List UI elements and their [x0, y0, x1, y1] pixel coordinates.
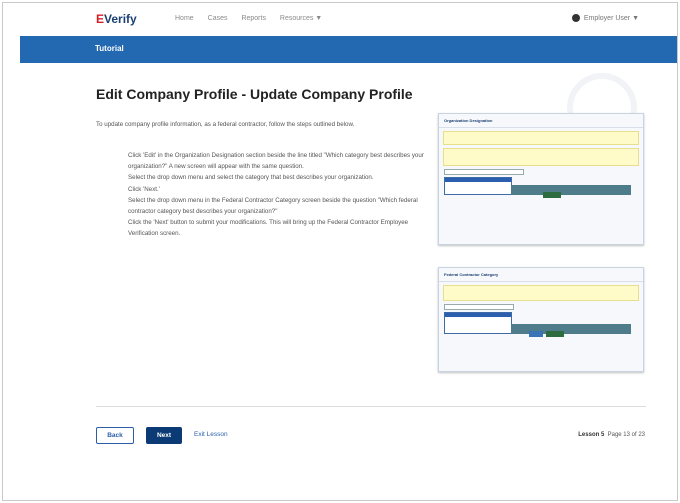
screenshot-notice [443, 131, 639, 145]
lesson-progress: Lesson 5 Page 13 of 23 [578, 432, 645, 438]
page-counter: Page 13 of 23 [607, 432, 645, 438]
footer-divider [96, 406, 646, 407]
user-label: Employer User ▼ [583, 14, 639, 22]
screenshot-listbox [444, 177, 512, 195]
screenshot-next-button [546, 331, 564, 337]
user-icon [571, 14, 580, 22]
step-2: Select the drop down menu and select the… [128, 174, 374, 181]
page-title: Edit Company Profile - Update Company Pr… [96, 86, 413, 102]
next-button[interactable]: Next [146, 427, 182, 444]
nav-reports[interactable]: Reports [241, 15, 266, 22]
screenshot-notice [443, 285, 639, 301]
page-frame: EVerify Home Cases Reports Resources ▼ E… [2, 2, 678, 501]
logo-text: Verify [104, 12, 137, 26]
steps-list: Click 'Edit' in the Organization Designa… [128, 151, 428, 240]
exit-lesson-link[interactable]: Exit Lesson [194, 431, 228, 438]
federal-contractor-category-screenshot: Federal Contractor Category [438, 267, 644, 372]
step-3: Click 'Next.' [128, 185, 160, 193]
organization-designation-screenshot: Organization Designation [438, 113, 644, 245]
screenshot-next-button [543, 192, 561, 198]
screenshot-notice [443, 148, 639, 166]
screenshot-title: Federal Contractor Category [439, 268, 643, 282]
main-nav: Home Cases Reports Resources ▼ [175, 15, 334, 22]
screenshot-footer [511, 324, 631, 337]
step-1: Click 'Edit' in the Organization Designa… [128, 152, 424, 170]
screenshot-listbox [444, 312, 512, 334]
intro-text: To update company profile information, a… [96, 121, 355, 128]
screenshot-title: Organization Designation [439, 114, 643, 128]
step-4: Select the drop down menu in the Federal… [128, 197, 418, 215]
nav-resources[interactable]: Resources ▼ [280, 15, 322, 22]
everify-logo[interactable]: EVerify [96, 12, 137, 26]
step-5: Click the 'Next' button to submit your m… [128, 219, 409, 237]
screenshot-footer [511, 185, 631, 198]
tutorial-label: Tutorial [95, 44, 124, 53]
top-navigation: EVerify Home Cases Reports Resources ▼ E… [3, 3, 677, 35]
screenshot-dropdown [444, 304, 514, 310]
screenshot-dropdown [444, 169, 524, 175]
screenshot-back-button [529, 331, 543, 337]
user-menu[interactable]: Employer User ▼ [571, 14, 639, 22]
tutorial-bar: Tutorial [20, 36, 677, 63]
lesson-number: Lesson 5 [578, 432, 605, 438]
nav-home[interactable]: Home [175, 15, 194, 22]
back-button[interactable]: Back [96, 427, 134, 444]
nav-cases[interactable]: Cases [208, 15, 228, 22]
logo-e: E [96, 12, 105, 26]
